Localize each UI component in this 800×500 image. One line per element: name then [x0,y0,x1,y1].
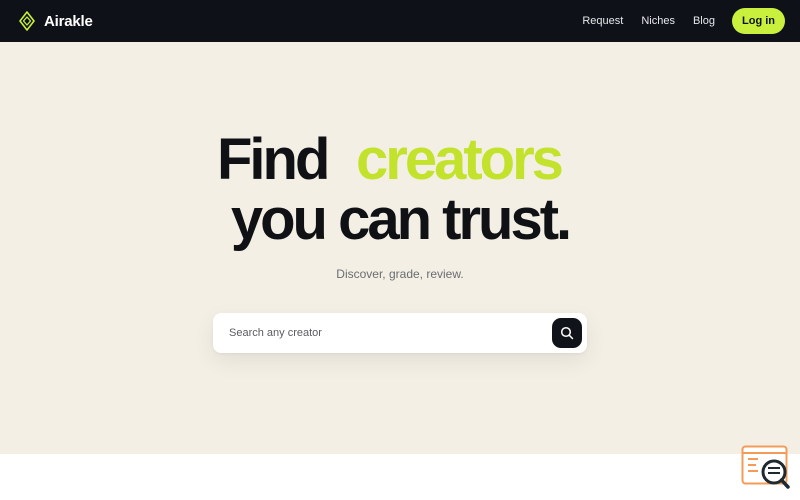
headline-line-2: you can trust. [230,187,572,252]
search-button[interactable] [552,318,582,348]
search-input[interactable] [229,313,549,353]
chat-search-widget[interactable] [741,445,792,491]
diamond-logo-icon [19,11,35,31]
headline-highlight-creators: creators [356,127,564,192]
brand-name: Airakle [44,12,93,30]
brand-home-link[interactable]: Airakle [19,10,93,32]
login-button[interactable]: Log in [732,8,785,34]
search-bar [213,313,587,353]
headline-word-find: Find [217,127,330,192]
hero-section: Find creators you can trust. Discover, g… [0,42,800,454]
nav-link-blog[interactable]: Blog [693,15,715,27]
nav-link-niches[interactable]: Niches [641,15,675,27]
nav-links: Request Niches Blog [582,0,715,42]
hero-subtitle: Discover, grade, review. [336,267,464,281]
search-icon [560,326,574,340]
top-navbar: Airakle Request Niches Blog Log in [0,0,800,42]
nav-link-request[interactable]: Request [582,15,623,27]
chat-search-icon [741,445,790,489]
